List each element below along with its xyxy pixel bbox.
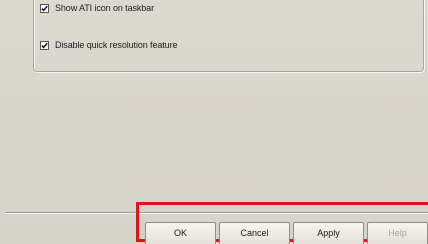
checkmark-icon [41, 5, 48, 12]
show-ati-icon-label: Show ATI icon on taskbar [55, 3, 154, 13]
checkmark-icon [41, 42, 48, 49]
disable-quick-resolution-checkbox[interactable] [40, 40, 49, 50]
disable-quick-resolution-label: Disable quick resolution feature [55, 40, 178, 50]
ati-options-dialog: Show ATI icon on taskbar Disable quick r… [0, 0, 428, 244]
apply-button[interactable]: Apply [293, 222, 364, 244]
show-ati-icon-option[interactable]: Show ATI icon on taskbar [40, 2, 154, 14]
help-button[interactable]: Help [367, 222, 428, 244]
ok-button[interactable]: OK [145, 222, 216, 244]
disable-quick-resolution-option[interactable]: Disable quick resolution feature [40, 39, 177, 51]
cancel-button[interactable]: Cancel [219, 222, 290, 244]
show-ati-icon-checkbox[interactable] [40, 3, 49, 13]
